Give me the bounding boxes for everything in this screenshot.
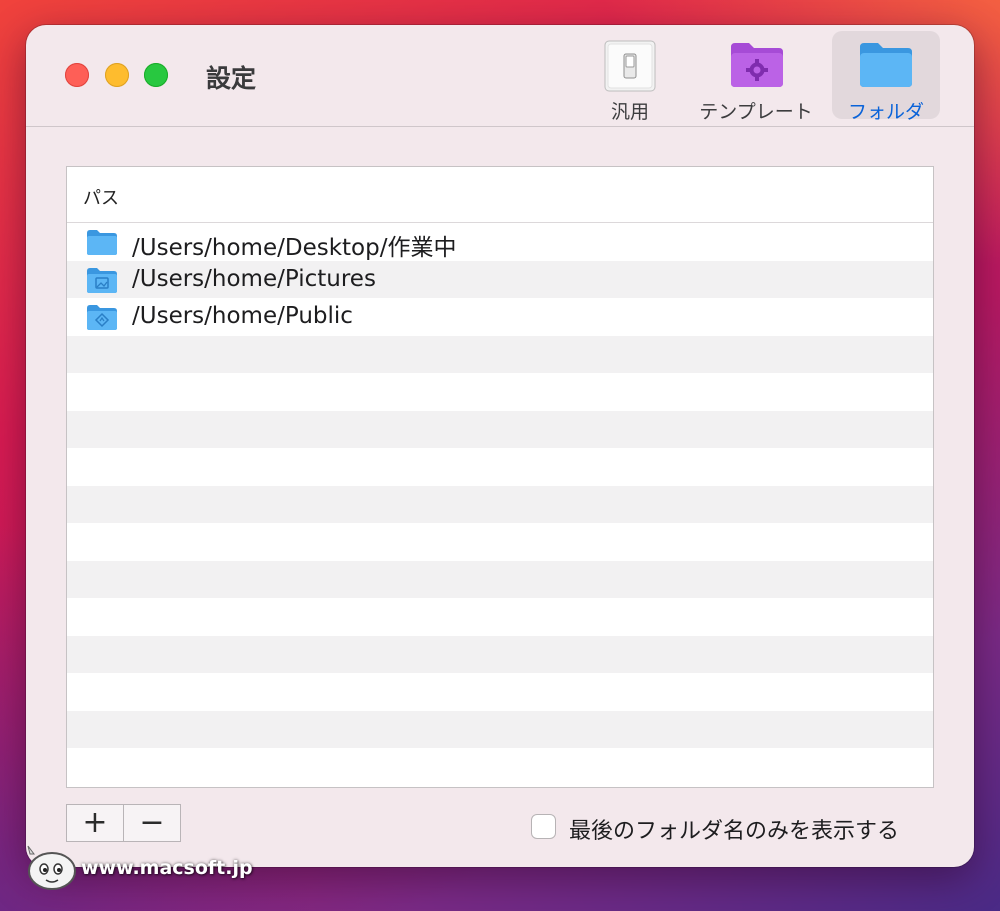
window-title: 設定 bbox=[206, 64, 257, 93]
empty-row bbox=[67, 373, 933, 411]
minimize-button[interactable] bbox=[105, 63, 129, 87]
empty-row bbox=[67, 523, 933, 561]
empty-row bbox=[67, 560, 933, 598]
empty-row bbox=[67, 485, 933, 523]
zoom-button[interactable] bbox=[144, 63, 168, 87]
preferences-window: 設定 汎用 テンプレート フォルダ パス /Users/home/Desktop… bbox=[26, 25, 974, 867]
table-header[interactable]: パス bbox=[67, 167, 933, 223]
table-row[interactable]: /Users/home/Pictures bbox=[67, 260, 933, 298]
empty-row bbox=[67, 448, 933, 486]
watermark-text: www.macsoft.jp bbox=[81, 857, 253, 879]
add-remove-buttons: + − bbox=[66, 804, 181, 842]
show-last-folder-label[interactable]: 最後のフォルダ名のみを表示する bbox=[569, 813, 899, 845]
close-button[interactable] bbox=[65, 63, 89, 87]
public-folder-icon bbox=[87, 305, 117, 330]
table-row[interactable]: /Users/home/Public bbox=[67, 298, 933, 336]
folder-icon bbox=[87, 230, 117, 255]
row-path: /Users/home/Public bbox=[132, 303, 353, 329]
tab-general-label: 汎用 bbox=[610, 101, 649, 123]
tab-folder[interactable]: フォルダ bbox=[832, 31, 940, 123]
tab-template[interactable]: テンプレート bbox=[692, 31, 820, 123]
folder-table: パス /Users/home/Desktop/作業中 /Users/home/P… bbox=[66, 166, 934, 788]
add-button[interactable]: + bbox=[67, 805, 123, 841]
switch-icon bbox=[604, 40, 656, 92]
show-last-folder-checkbox[interactable] bbox=[531, 814, 556, 839]
empty-row bbox=[67, 598, 933, 636]
empty-row bbox=[67, 335, 933, 373]
table-row[interactable]: /Users/home/Desktop/作業中 bbox=[67, 223, 933, 261]
folder-icon bbox=[860, 43, 912, 87]
empty-row bbox=[67, 410, 933, 448]
row-path: /Users/home/Desktop/作業中 bbox=[132, 235, 457, 261]
tab-folder-label: フォルダ bbox=[847, 101, 924, 123]
empty-row bbox=[67, 635, 933, 673]
template-folder-icon bbox=[731, 43, 783, 87]
remove-button[interactable]: − bbox=[123, 805, 180, 841]
empty-row bbox=[67, 710, 933, 748]
tab-template-label: テンプレート bbox=[699, 101, 813, 123]
pictures-folder-icon bbox=[87, 267, 117, 293]
tab-general[interactable]: 汎用 bbox=[590, 31, 670, 123]
empty-row bbox=[67, 673, 933, 711]
row-path: /Users/home/Pictures bbox=[132, 265, 376, 292]
mascot-logo-icon bbox=[27, 845, 76, 890]
column-header-path[interactable]: パス bbox=[83, 184, 119, 210]
table-rows: /Users/home/Desktop/作業中 /Users/home/Pict… bbox=[67, 223, 933, 786]
titlebar: 設定 汎用 テンプレート フォルダ bbox=[26, 25, 974, 127]
watermark: www.macsoft.jp bbox=[24, 842, 253, 892]
empty-row bbox=[67, 748, 933, 786]
